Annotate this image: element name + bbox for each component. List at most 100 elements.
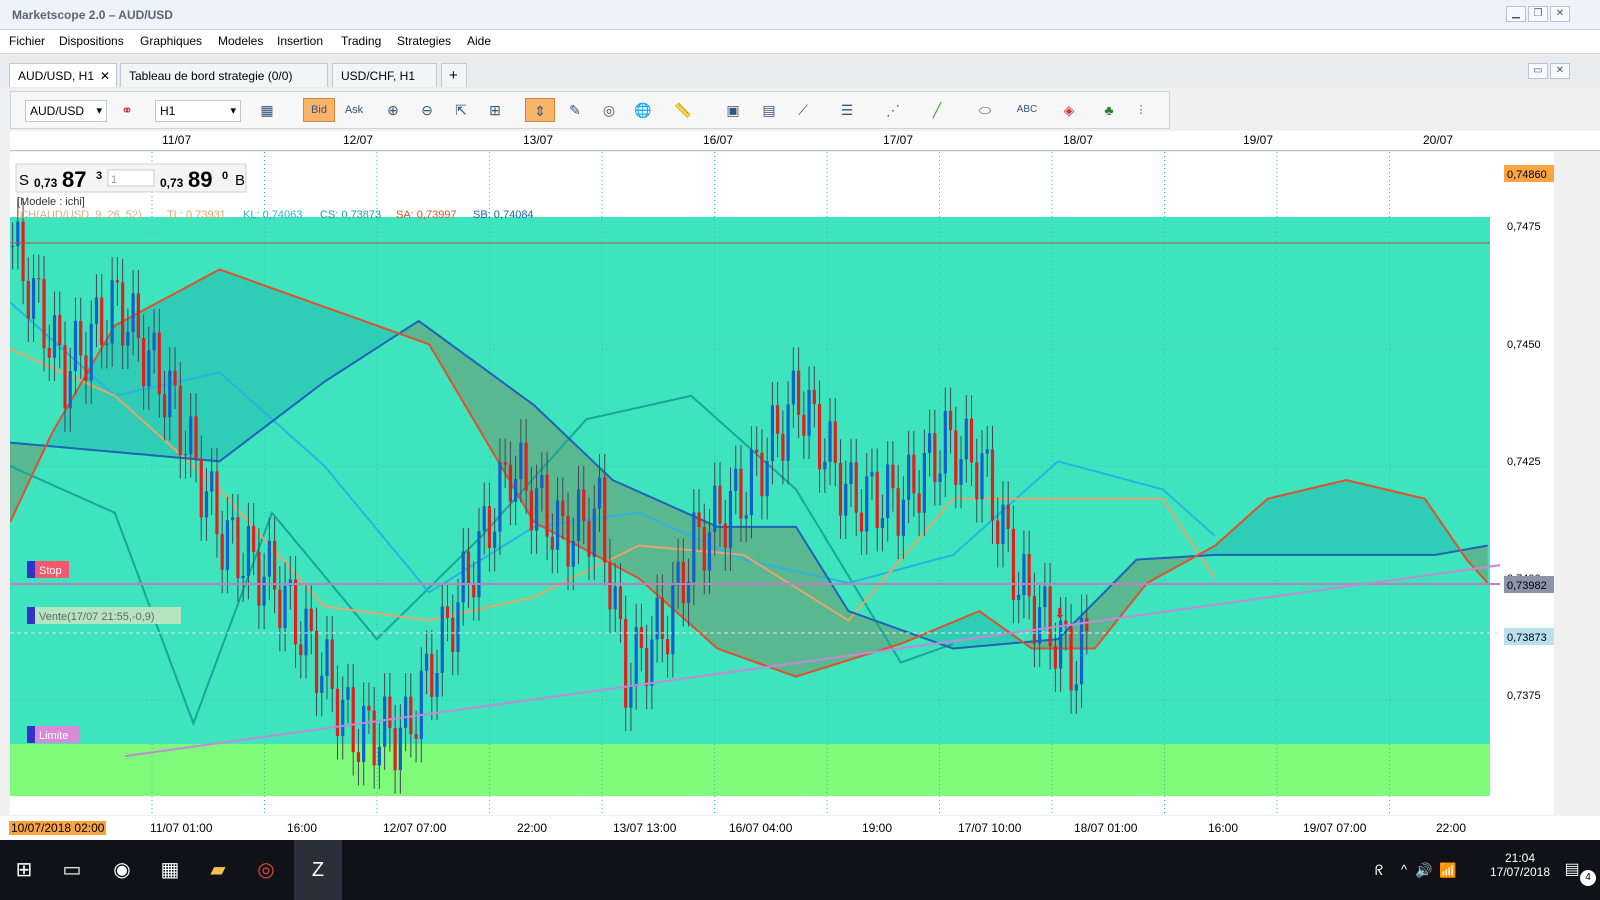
hierarchy-icon[interactable]: ♣	[1097, 98, 1121, 122]
tab-audusd[interactable]: AUD/USD, H1 ✕	[9, 63, 117, 87]
menu-dispositions[interactable]: Dispositions	[59, 34, 124, 48]
candle-bear	[760, 452, 764, 497]
candle-bear	[1085, 617, 1089, 632]
chart-type-icon[interactable]: ▦	[255, 98, 279, 122]
candle-bear	[293, 579, 298, 645]
toolbar-more-icon[interactable]: ⋮	[1129, 98, 1153, 122]
explorer-icon[interactable]: ▦	[146, 840, 194, 900]
panel-close-icon[interactable]: ✕	[1550, 63, 1570, 79]
cursor-icon[interactable]: ⇱	[449, 98, 473, 122]
panel-restore-icon[interactable]: ▭	[1528, 63, 1548, 79]
ask-button[interactable]: Ask	[339, 98, 369, 122]
task-view-icon[interactable]: ▭	[48, 840, 96, 900]
candle-bull	[477, 531, 481, 598]
sell-pips[interactable]: 87	[62, 167, 86, 192]
candle-bear	[115, 280, 119, 283]
zoom-in-icon[interactable]: ⊕	[381, 98, 405, 122]
chrome-icon[interactable]: ◎	[242, 840, 290, 900]
ruler-icon[interactable]: 📏	[671, 98, 695, 122]
candle-bear	[393, 728, 397, 771]
date-tick: 12/07	[343, 133, 374, 147]
price-tick: 0,7475	[1507, 221, 1541, 233]
fan-icon[interactable]: ⋰	[881, 98, 905, 122]
sell-fraction: 3	[96, 170, 102, 182]
candle-bull	[823, 461, 827, 470]
menu-trading[interactable]: Trading	[341, 34, 381, 48]
candle-bear	[1027, 554, 1031, 597]
zoom-out-icon[interactable]: ⊖	[415, 98, 439, 122]
candle-bear	[561, 500, 565, 516]
date-tick: 17/07	[883, 133, 914, 147]
symbol-select[interactable]: AUD/USD	[25, 100, 107, 122]
indicators-icon[interactable]: ⊞	[483, 98, 507, 122]
sell-order-handle[interactable]	[27, 607, 35, 624]
menu-modeles[interactable]: Modeles	[218, 34, 263, 48]
bid-button[interactable]: Bid	[303, 98, 335, 122]
menu-insertion[interactable]: Insertion	[277, 34, 323, 48]
candle-bull	[613, 586, 617, 610]
horizontal-line-icon[interactable]: ☰	[835, 98, 859, 122]
price-chart[interactable]: ⬇ S 0,73 87 3 1 0,73 89 0 B [Modele : ic…	[10, 152, 1554, 815]
candle-bull	[865, 476, 869, 532]
candle-bear	[220, 534, 224, 570]
candle-bull	[634, 627, 638, 687]
candle-bull	[597, 477, 602, 509]
new-tab-button[interactable]: +	[441, 63, 467, 87]
marketscope-icon[interactable]: Z	[294, 840, 342, 900]
menu-fichier[interactable]: Fichier	[9, 34, 45, 48]
tab-strategy-dashboard[interactable]: Tableau de bord strategie (0/0)	[120, 63, 328, 87]
timeframe-select[interactable]: H1	[155, 100, 241, 122]
candle-bear	[367, 705, 371, 711]
notification-badge: 4	[1580, 870, 1596, 886]
tab-usdchf[interactable]: USD/CHF, H1	[332, 63, 437, 87]
instrument-link-icon[interactable]: ⚭	[115, 98, 139, 122]
candle-bull	[886, 464, 890, 519]
globe-icon[interactable]: 🌐	[631, 98, 655, 122]
line-tools-icon[interactable]: ⟋	[791, 98, 815, 122]
candle-bear	[933, 433, 937, 483]
candle-bear	[524, 442, 528, 491]
candle-bear	[587, 520, 591, 557]
candle-bear	[47, 348, 51, 358]
network-icon[interactable]: 📶	[1424, 840, 1472, 900]
ellipse-icon[interactable]: ⬭	[973, 98, 997, 122]
candle-bear	[42, 279, 46, 349]
candle-bull	[692, 512, 696, 583]
stop-order-label: Stop	[39, 565, 62, 577]
menu-aide[interactable]: Aide	[467, 34, 491, 48]
candle-bull	[404, 696, 408, 728]
menu-graphiques[interactable]: Graphiques	[140, 34, 202, 48]
minimize-icon[interactable]: ▁	[1506, 6, 1526, 22]
candle-bull	[791, 370, 795, 405]
candle-bear	[330, 639, 334, 689]
candle-bear	[891, 464, 895, 489]
eraser-icon[interactable]: ◈	[1057, 98, 1081, 122]
folder-icon[interactable]: ▰	[194, 840, 242, 900]
candle-bear	[252, 526, 256, 552]
picture-icon[interactable]: ▣	[721, 98, 745, 122]
candle-bear	[1006, 504, 1010, 529]
candle-bull	[744, 515, 748, 519]
candle-bear	[194, 416, 198, 459]
windows-start-icon[interactable]: ⊞	[0, 840, 48, 900]
menu-strategies[interactable]: Strategies	[397, 34, 451, 48]
eye-icon[interactable]: ◎	[597, 98, 621, 122]
properties-icon[interactable]: ✎	[563, 98, 587, 122]
candle-bull	[734, 468, 738, 491]
close-icon[interactable]: ✕	[1550, 6, 1570, 22]
candle-bull	[959, 459, 963, 485]
tab-close-icon[interactable]: ✕	[100, 69, 110, 83]
buy-pips[interactable]: 89	[188, 167, 212, 192]
template-icon[interactable]: ▤	[757, 98, 781, 122]
app-icon[interactable]: ◉	[98, 840, 146, 900]
trendline-icon[interactable]: ╱	[925, 98, 949, 122]
stop-order-handle[interactable]	[27, 561, 35, 578]
time-axis: 10/07/2018 02:00 11/07 01:00 16:00 12/07…	[0, 816, 1600, 840]
candle-bear	[718, 485, 722, 524]
candle-bull	[482, 506, 486, 532]
sync-cursor-icon[interactable]: ⇕	[525, 98, 555, 122]
time-tick: 16/07 04:00	[729, 821, 793, 835]
maximize-icon[interactable]: ❐	[1528, 6, 1548, 22]
limit-order-handle[interactable]	[27, 726, 35, 743]
text-tool-icon[interactable]: ABC	[1015, 98, 1039, 122]
